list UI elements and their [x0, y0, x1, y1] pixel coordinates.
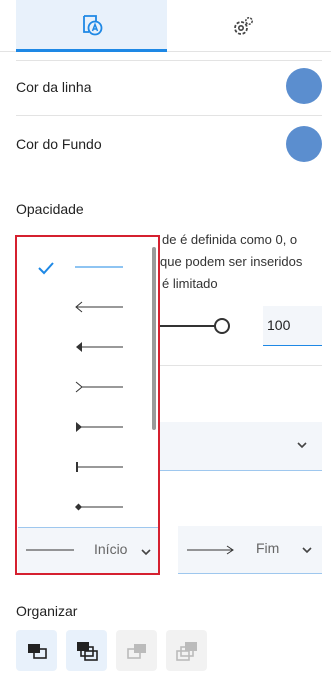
diamond-end-icon [75, 503, 123, 511]
chevron-arrow-icon [75, 381, 123, 393]
plain-line-icon [26, 549, 74, 551]
arrow-option-none[interactable] [17, 247, 152, 287]
line-color-label: Cor da linha [16, 79, 92, 95]
shape-text-icon [82, 14, 102, 35]
panel-tabs [0, 0, 331, 52]
send-backward-button[interactable] [116, 630, 157, 671]
arrow-start-dropdown: Início [15, 235, 160, 575]
filled-triangle-icon [76, 422, 123, 432]
arrow-option-diamond[interactable] [17, 487, 152, 527]
line-color-swatch[interactable] [286, 68, 322, 104]
divider [16, 115, 322, 116]
arrow-option-open[interactable] [17, 287, 152, 327]
send-to-back-icon [175, 641, 197, 661]
bring-to-front-button[interactable] [66, 630, 107, 671]
opacity-title: Opacidade [16, 201, 84, 217]
send-to-back-button[interactable] [166, 630, 207, 671]
filled-arrow-icon [76, 342, 123, 352]
arrow-start-label: Início [94, 541, 128, 557]
arrow-option-filled[interactable] [17, 327, 152, 367]
send-backward-icon [126, 643, 146, 659]
opacity-description-1: de é definida como 0, o [162, 232, 298, 247]
arrow-start-select[interactable]: Início [18, 527, 158, 573]
arrow-option-bar[interactable] [17, 447, 152, 487]
checkmark-icon [38, 262, 54, 275]
background-color-swatch[interactable] [286, 126, 322, 162]
open-arrow-icon [75, 301, 123, 313]
chevron-down-icon [297, 442, 307, 449]
opacity-description-3: é limitado [162, 276, 218, 291]
chevron-down-icon [302, 547, 312, 554]
tab-style[interactable] [16, 0, 167, 52]
arrow-option-chevron[interactable] [17, 367, 152, 407]
bring-forward-button[interactable] [16, 630, 57, 671]
organize-title: Organizar [16, 603, 78, 619]
divider [16, 60, 322, 61]
bar-end-icon [76, 462, 123, 472]
gear-icon [233, 17, 253, 35]
bring-forward-icon [27, 643, 47, 659]
dropdown-scrollbar[interactable] [152, 247, 156, 430]
opacity-input[interactable]: 100 [263, 306, 322, 346]
line-style-select[interactable] [150, 422, 322, 471]
opacity-slider-thumb[interactable] [214, 318, 230, 334]
bring-to-front-icon [76, 641, 98, 661]
arrow-end-select[interactable]: Fim [178, 526, 322, 574]
chevron-down-icon [141, 549, 151, 556]
plain-line-icon [75, 266, 123, 268]
background-color-label: Cor do Fundo [16, 136, 102, 152]
tab-settings[interactable] [167, 0, 318, 52]
arrow-end-label: Fim [256, 540, 280, 556]
opacity-description-2: que podem ser inseridos [160, 254, 303, 269]
arrow-line-icon [187, 545, 234, 555]
arrow-option-triangle[interactable] [17, 407, 152, 447]
